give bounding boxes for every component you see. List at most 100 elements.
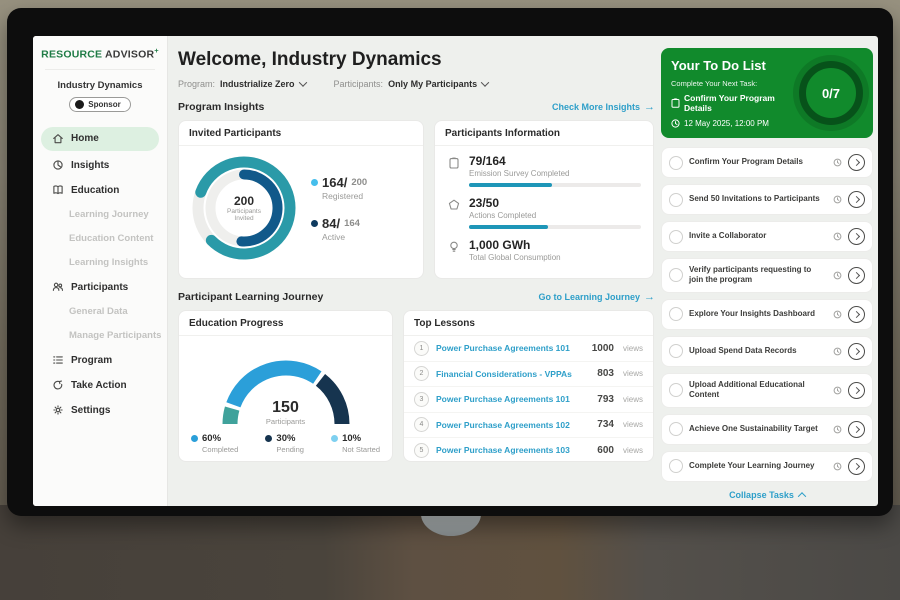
clipboard-icon xyxy=(447,154,461,170)
sidebar-item-learning-journey[interactable]: Learning Journey xyxy=(33,203,167,227)
open-task-button[interactable] xyxy=(848,228,865,245)
sidebar-item-insights[interactable]: Insights xyxy=(33,153,167,178)
open-task-button[interactable] xyxy=(848,421,865,438)
lesson-row: 4 Power Purchase Agreements 102 734views xyxy=(404,413,653,439)
chevron-down-icon xyxy=(481,78,489,86)
sidebar-item-take-action[interactable]: Take Action xyxy=(33,373,167,398)
pending-dot xyxy=(265,435,272,442)
chevron-up-icon xyxy=(798,492,806,500)
sidebar: RESOURCE ADVISOR+ Industry Dynamics Spon… xyxy=(33,36,168,506)
monitor-bezel: RESOURCE ADVISOR+ Industry Dynamics Spon… xyxy=(7,8,893,516)
actions-progress-bar xyxy=(469,225,641,229)
todo-header: Your To Do List Complete Your Next Task:… xyxy=(661,48,873,138)
stat-emission-survey: 79/164 Emission Survey Completed xyxy=(447,154,641,187)
sidebar-item-learning-insights[interactable]: Learning Insights xyxy=(33,251,167,275)
open-task-button[interactable] xyxy=(848,382,865,399)
task-row[interactable]: Explore Your Insights Dashboard xyxy=(661,299,873,330)
todo-panel: Your To Do List Complete Your Next Task:… xyxy=(661,36,873,506)
sidebar-item-participants[interactable]: Participants xyxy=(33,275,167,300)
organization-name: Industry Dynamics xyxy=(33,80,167,91)
lesson-link[interactable]: Power Purchase Agreements 102 xyxy=(436,420,590,430)
open-task-button[interactable] xyxy=(848,458,865,475)
clock-icon xyxy=(833,232,842,241)
task-row[interactable]: Confirm Your Program Details xyxy=(661,147,873,178)
participants-dropdown[interactable]: Participants: Only My Participants xyxy=(334,79,489,89)
clipboard-icon xyxy=(671,98,680,108)
collapse-tasks-link[interactable]: Collapse Tasks xyxy=(661,490,873,500)
open-task-button[interactable] xyxy=(848,154,865,171)
todo-counter: 0/7 xyxy=(799,61,863,125)
book-icon xyxy=(52,184,64,196)
sidebar-item-education-content[interactable]: Education Content xyxy=(33,227,167,251)
checkbox[interactable] xyxy=(669,268,683,282)
checkbox[interactable] xyxy=(669,422,683,436)
checkbox[interactable] xyxy=(669,344,683,358)
lesson-link[interactable]: Power Purchase Agreements 103 xyxy=(436,445,590,455)
education-progress-card: Education Progress 150 Participants xyxy=(178,310,393,462)
check-more-insights-link[interactable]: Check More Insights→ xyxy=(552,102,655,113)
sidebar-item-home[interactable]: Home xyxy=(41,127,159,151)
task-row[interactable]: Complete Your Learning Journey xyxy=(661,451,873,482)
stat-actions: 23/50 Actions Completed xyxy=(447,196,641,229)
divider xyxy=(45,69,155,70)
education-gauge-chart: 150 Participants xyxy=(196,338,376,428)
sponsor-icon xyxy=(75,100,84,109)
checkbox[interactable] xyxy=(669,230,683,244)
clock-icon xyxy=(671,119,680,128)
open-task-button[interactable] xyxy=(848,343,865,360)
task-row[interactable]: Upload Additional Educational Content xyxy=(661,373,873,408)
open-task-button[interactable] xyxy=(848,267,865,284)
clock-icon xyxy=(833,195,842,204)
clock-icon xyxy=(833,347,842,356)
sidebar-item-education[interactable]: Education xyxy=(33,178,167,203)
registered-dot xyxy=(311,179,318,186)
participants-information-card: Participants Information 79/164 Emission… xyxy=(434,120,654,279)
page-title: Welcome, Industry Dynamics xyxy=(178,49,655,71)
open-task-button[interactable] xyxy=(848,191,865,208)
take-action-icon xyxy=(52,379,64,391)
sidebar-item-manage-participants[interactable]: Manage Participants xyxy=(33,324,167,348)
clock-icon xyxy=(833,310,842,319)
checkbox[interactable] xyxy=(669,156,683,170)
home-icon xyxy=(52,133,64,145)
main-content: Welcome, Industry Dynamics Program: Indu… xyxy=(168,36,661,506)
completed-dot xyxy=(191,435,198,442)
bulb-icon xyxy=(447,238,461,254)
task-row[interactable]: Upload Spend Data Records xyxy=(661,336,873,367)
checkbox[interactable] xyxy=(669,193,683,207)
sidebar-nav: Home Insights Education Learning Journey… xyxy=(33,127,167,423)
legend-active: 84/164 Active xyxy=(311,216,367,242)
sidebar-item-settings[interactable]: Settings xyxy=(33,398,167,423)
task-row[interactable]: Verify participants requesting to join t… xyxy=(661,258,873,293)
rank-badge: 1 xyxy=(414,341,429,356)
checkbox[interactable] xyxy=(669,383,683,397)
legend-registered: 164/200 Registered xyxy=(311,175,367,201)
task-row[interactable]: Achieve One Sustainability Target xyxy=(661,414,873,445)
lesson-row: 3 Power Purchase Agreements 101 793views xyxy=(404,387,653,413)
task-row[interactable]: Send 50 Invitations to Participants xyxy=(661,184,873,215)
dashboard-screen: RESOURCE ADVISOR+ Industry Dynamics Spon… xyxy=(33,36,878,506)
task-row[interactable]: Invite a Collaborator xyxy=(661,221,873,252)
lesson-link[interactable]: Power Purchase Agreements 101 xyxy=(436,343,585,353)
legend-pending: 30% Pending xyxy=(265,433,304,454)
rank-badge: 3 xyxy=(414,392,429,407)
open-task-button[interactable] xyxy=(848,306,865,323)
stat-consumption: 1,000 GWh Total Global Consumption xyxy=(447,238,641,262)
go-to-learning-journey-link[interactable]: Go to Learning Journey→ xyxy=(538,292,655,303)
rank-badge: 5 xyxy=(414,443,429,458)
checkbox[interactable] xyxy=(669,459,683,473)
program-dropdown[interactable]: Program: Industrialize Zero xyxy=(178,79,306,89)
gear-icon xyxy=(52,404,64,416)
lesson-link[interactable]: Power Purchase Agreements 101 xyxy=(436,394,590,404)
rank-badge: 2 xyxy=(414,366,429,381)
chevron-down-icon xyxy=(298,78,306,86)
rank-badge: 4 xyxy=(414,417,429,432)
lesson-row: 5 Power Purchase Agreements 103 600views xyxy=(404,438,653,462)
sidebar-item-general-data[interactable]: General Data xyxy=(33,300,167,324)
clock-icon xyxy=(833,158,842,167)
checkbox[interactable] xyxy=(669,307,683,321)
sidebar-item-program[interactable]: Program xyxy=(33,348,167,373)
list-icon xyxy=(52,354,64,366)
invited-participants-card: Invited Participants 200 Partic xyxy=(178,120,424,279)
lesson-link[interactable]: Financial Considerations - VPPAs xyxy=(436,369,590,379)
